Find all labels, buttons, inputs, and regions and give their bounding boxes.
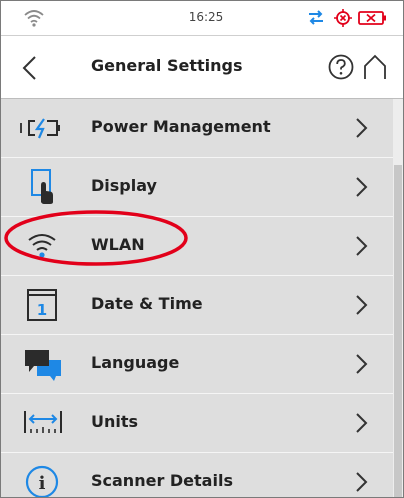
chevron-right-icon: [356, 354, 368, 374]
settings-item-label: Display: [91, 176, 157, 195]
settings-item-power-management[interactable]: Power Management: [1, 99, 393, 158]
battery-charging-icon: [20, 118, 60, 139]
status-icons: [309, 9, 386, 27]
battery-icon: [358, 11, 386, 25]
scrollbar-thumb[interactable]: [394, 165, 402, 497]
settings-item-label: Units: [91, 412, 139, 431]
wifi-icon: [24, 10, 44, 27]
chevron-right-icon: [356, 236, 368, 256]
header: General Settings: [1, 36, 403, 99]
settings-list: Power Management Display WLAN 1 Date & T…: [1, 99, 393, 497]
chevron-right-icon: [356, 472, 368, 492]
help-button[interactable]: [327, 53, 355, 81]
settings-item-display[interactable]: Display: [1, 158, 393, 217]
chevron-right-icon: [356, 295, 368, 315]
home-button[interactable]: [361, 53, 389, 81]
page-title: General Settings: [91, 56, 243, 75]
ruler-units-icon: [24, 411, 62, 433]
settings-screen: 16:25 General Settings Power Management …: [0, 0, 404, 498]
chevron-right-icon: [356, 177, 368, 197]
calendar-icon: 1: [27, 289, 57, 321]
transfer-arrows-icon: [309, 10, 323, 25]
settings-item-scanner-details[interactable]: i Scanner Details: [1, 453, 393, 497]
settings-item-language[interactable]: Language: [1, 335, 393, 394]
chevron-right-icon: [356, 413, 368, 433]
settings-item-label: Power Management: [91, 117, 271, 136]
info-circle-icon: i: [25, 465, 59, 497]
wifi-icon: [28, 234, 56, 258]
settings-item-label: Scanner Details: [91, 471, 233, 490]
speech-bubbles-icon: [25, 350, 61, 381]
clock: 16:25: [188, 10, 224, 24]
location-target-icon: [334, 9, 352, 27]
svg-text:1: 1: [37, 301, 47, 319]
touch-display-icon: [31, 169, 53, 204]
settings-item-date-time[interactable]: 1 Date & Time: [1, 276, 393, 335]
settings-item-label: Date & Time: [91, 294, 203, 313]
settings-item-units[interactable]: Units: [1, 394, 393, 453]
settings-item-label: WLAN: [91, 235, 145, 254]
chevron-right-icon: [356, 118, 368, 138]
status-bar: 16:25: [1, 1, 403, 36]
svg-text:i: i: [39, 473, 46, 494]
back-button[interactable]: [15, 51, 45, 85]
settings-item-wlan[interactable]: WLAN: [1, 217, 393, 276]
settings-item-label: Language: [91, 353, 180, 372]
